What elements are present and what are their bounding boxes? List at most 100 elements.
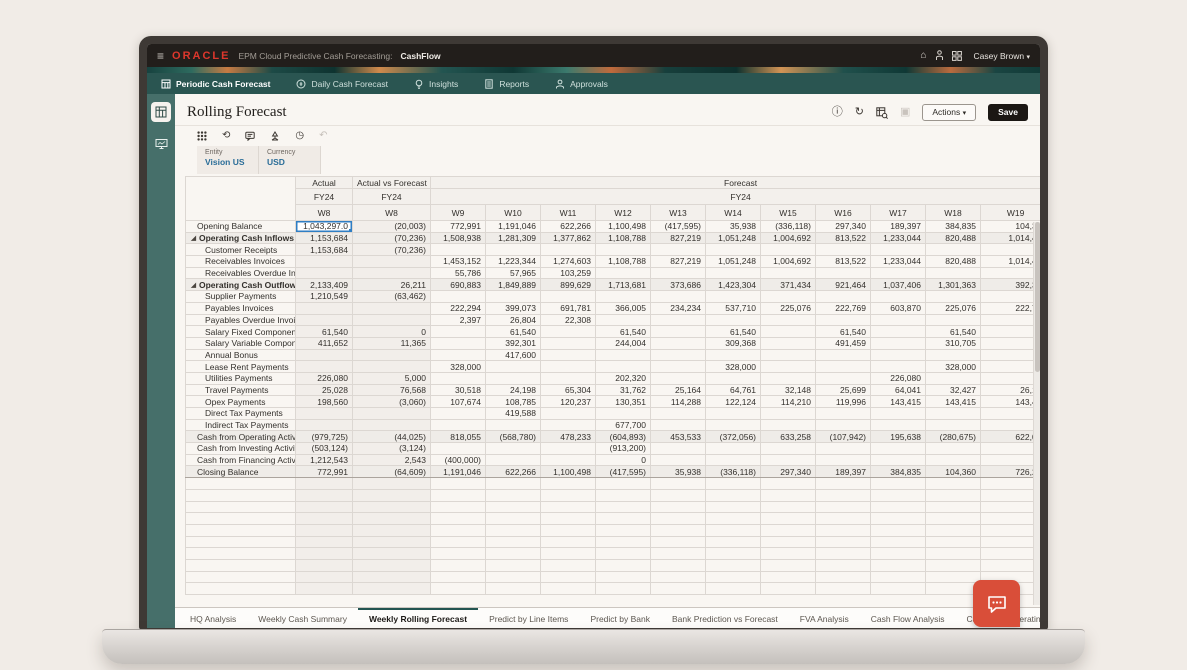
grid-cell[interactable]: 26,211 [353, 279, 431, 291]
grid-cell[interactable]: 2,543 [353, 454, 431, 466]
row-label[interactable]: Utilities Payments [186, 372, 296, 384]
grid-cell[interactable] [651, 349, 706, 361]
grid-cell[interactable] [651, 361, 706, 373]
week-header[interactable]: W11 [541, 205, 596, 221]
grid-cell[interactable] [431, 583, 486, 595]
grid-cell[interactable]: (280,675) [926, 431, 981, 443]
grid-cell[interactable] [296, 559, 353, 571]
grid-cell[interactable] [596, 291, 651, 303]
grid-cell[interactable] [431, 326, 486, 338]
grid-cell[interactable] [651, 408, 706, 420]
grid-cell[interactable]: 417,600 [486, 349, 541, 361]
scrollbar-thumb[interactable] [1035, 222, 1040, 372]
grid-cell[interactable] [761, 372, 816, 384]
grid-cell[interactable] [486, 244, 541, 256]
nav-tab-insights[interactable]: Insights [414, 73, 458, 94]
grid-cell[interactable] [871, 244, 926, 256]
grid-cell[interactable] [431, 244, 486, 256]
grid-cell[interactable] [296, 548, 353, 560]
grid-cell[interactable] [816, 536, 871, 548]
grid-cell[interactable] [541, 372, 596, 384]
grid-cell[interactable]: 189,397 [871, 221, 926, 233]
grid-cell[interactable]: (44,025) [353, 431, 431, 443]
grid-cell[interactable]: 24,198 [486, 384, 541, 396]
grid-cell[interactable]: 622,266 [486, 466, 541, 478]
grid-cell[interactable]: 26,804 [486, 314, 541, 326]
grid-cell[interactable] [816, 408, 871, 420]
grid-cell[interactable] [816, 513, 871, 525]
grid-cell[interactable]: 122,124 [706, 396, 761, 408]
grid-cell[interactable]: (336,118) [761, 221, 816, 233]
grid-cell[interactable] [651, 454, 706, 466]
grid-cell[interactable] [871, 548, 926, 560]
grid-cell[interactable] [651, 478, 706, 490]
grid-cell[interactable] [486, 513, 541, 525]
grid-cell[interactable] [353, 408, 431, 420]
grid-cell[interactable] [486, 454, 541, 466]
grid-cell[interactable]: 189,397 [816, 466, 871, 478]
row-label[interactable] [186, 524, 296, 536]
grid-cell[interactable] [296, 478, 353, 490]
grid-cell[interactable] [541, 524, 596, 536]
grid-cell[interactable] [706, 267, 761, 279]
grid-cell[interactable] [816, 267, 871, 279]
bottom-tab-bank-prediction-vs-forecast[interactable]: Bank Prediction vs Forecast [661, 608, 789, 628]
grid-cell[interactable]: 1,043,297.0 [296, 221, 353, 233]
grid-cell[interactable] [871, 478, 926, 490]
grid-cell[interactable] [871, 314, 926, 326]
grid-cell[interactable]: 820,488 [926, 232, 981, 244]
grid-cell[interactable]: 310,705 [926, 337, 981, 349]
row-label[interactable]: Lease Rent Payments [186, 361, 296, 373]
grid-cell[interactable]: 772,991 [431, 221, 486, 233]
grid-cell[interactable] [296, 571, 353, 583]
grid-cell[interactable]: 31,762 [596, 384, 651, 396]
bottom-tab-weekly-rolling-forecast[interactable]: Weekly Rolling Forecast [358, 608, 478, 628]
grid-cell[interactable]: 225,076 [761, 302, 816, 314]
grid-cell[interactable]: 1,004,692 [761, 232, 816, 244]
grid-cell[interactable] [706, 536, 761, 548]
grid-cell[interactable] [816, 501, 871, 513]
grid-cell[interactable] [761, 513, 816, 525]
grid-cell[interactable]: 921,464 [816, 279, 871, 291]
grid-cell[interactable] [431, 419, 486, 431]
grid-cell[interactable] [651, 524, 706, 536]
bottom-tab-predict-by-bank[interactable]: Predict by Bank [579, 608, 661, 628]
row-label[interactable] [186, 536, 296, 548]
sidebar-item-forms[interactable] [151, 102, 171, 122]
grid-cell[interactable] [981, 408, 1041, 420]
grid-cell[interactable] [541, 244, 596, 256]
row-label[interactable] [186, 583, 296, 595]
grid-cell[interactable] [981, 548, 1041, 560]
grid-cell[interactable] [596, 583, 651, 595]
grid-cell[interactable] [596, 559, 651, 571]
grid-cell[interactable] [816, 489, 871, 501]
grid-cell[interactable]: 820,488 [926, 256, 981, 268]
grid-cell[interactable] [541, 571, 596, 583]
grid-cell[interactable] [926, 489, 981, 501]
grid-cell[interactable]: 1,508,938 [431, 232, 486, 244]
grid-cell[interactable] [353, 489, 431, 501]
grid-cell[interactable]: 384,835 [926, 221, 981, 233]
grid-cell[interactable]: (107,942) [816, 431, 871, 443]
grid-cell[interactable] [486, 372, 541, 384]
grid-cell[interactable] [353, 361, 431, 373]
grid-cell[interactable]: 827,219 [651, 232, 706, 244]
grid-cell[interactable] [816, 349, 871, 361]
actions-button[interactable]: Actions ▾ [922, 104, 976, 122]
grid-cell[interactable]: 1,051,248 [706, 232, 761, 244]
grid-cell[interactable]: (400,000) [431, 454, 486, 466]
grid-cell[interactable] [541, 559, 596, 571]
layout-columns-icon[interactable] [197, 131, 207, 141]
grid-cell[interactable] [296, 536, 353, 548]
collapse-caret-icon[interactable]: ◢ [191, 234, 196, 242]
grid-cell[interactable] [981, 536, 1041, 548]
grid-cell[interactable]: 366,005 [596, 302, 651, 314]
grid-cell[interactable] [981, 349, 1041, 361]
grid-cell[interactable]: 1,274,603 [541, 256, 596, 268]
week-header[interactable]: W12 [596, 205, 651, 221]
grid-cell[interactable]: 114,210 [761, 396, 816, 408]
grid-cell[interactable] [431, 559, 486, 571]
grid-cell[interactable] [871, 337, 926, 349]
week-header[interactable]: W17 [871, 205, 926, 221]
hamburger-icon[interactable]: ≡ [157, 50, 164, 62]
